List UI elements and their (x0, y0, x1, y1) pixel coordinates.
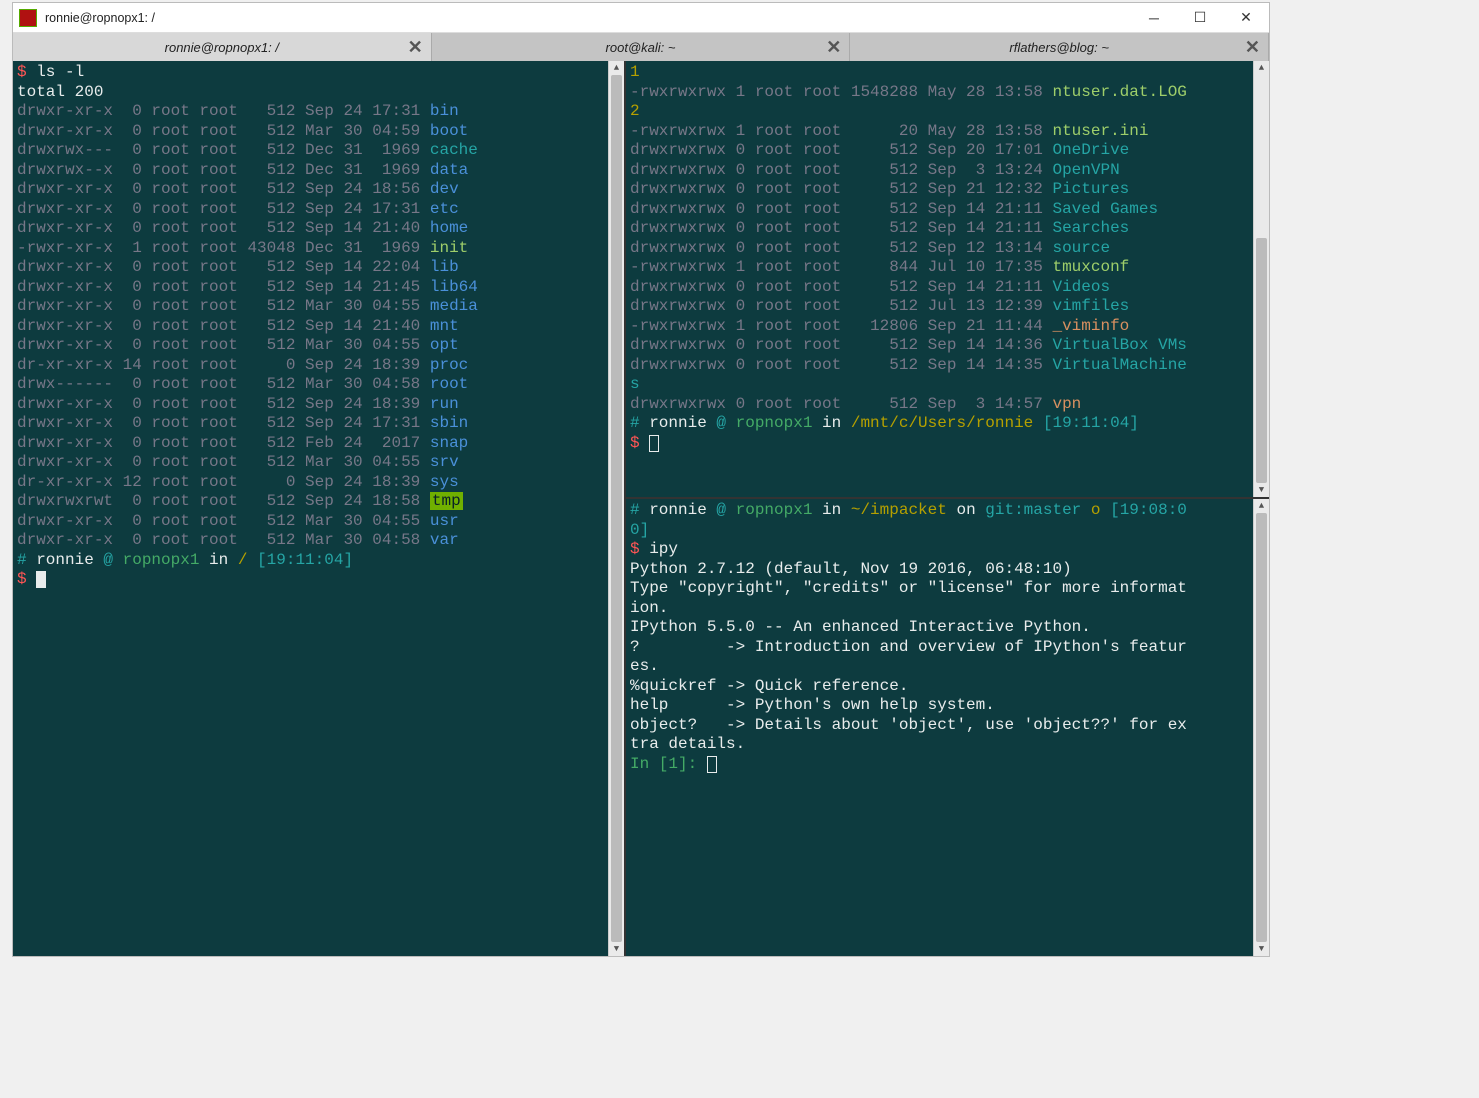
scroll-track[interactable] (1254, 513, 1269, 942)
window-title: ronnie@ropnopx1: / (45, 11, 1131, 25)
tab-1[interactable]: root@kali: ~ ✕ (432, 33, 851, 61)
terminal-right-bottom[interactable]: # ronnie @ ropnopx1 in ~/impacket on git… (626, 499, 1269, 776)
pane-right-top[interactable]: 1-rwxrwxrwx 1 root root 1548288 May 28 1… (626, 61, 1269, 499)
scrollbar-left[interactable]: ▲ ▼ (608, 61, 624, 956)
terminal-left[interactable]: $ ls -ltotal 200drwxr-xr-x 0 root root 5… (13, 61, 624, 592)
tab-close-icon[interactable]: ✕ (826, 37, 841, 58)
scroll-up-icon[interactable]: ▲ (1254, 499, 1269, 513)
minimize-button[interactable]: ─ (1131, 3, 1177, 32)
scroll-track[interactable] (609, 75, 624, 942)
tab-close-icon[interactable]: ✕ (1245, 37, 1260, 58)
scroll-track[interactable] (1254, 75, 1269, 483)
terminal-right-top[interactable]: 1-rwxrwxrwx 1 root root 1548288 May 28 1… (626, 61, 1269, 455)
scroll-thumb[interactable] (1256, 238, 1267, 483)
tab-close-icon[interactable]: ✕ (408, 37, 423, 58)
app-icon (19, 9, 37, 27)
terminal-window: ronnie@ropnopx1: / ─ ☐ ✕ ronnie@ropnopx1… (12, 2, 1270, 957)
tab-0[interactable]: ronnie@ropnopx1: / ✕ (13, 33, 432, 61)
scroll-down-icon[interactable]: ▼ (1254, 942, 1269, 956)
scroll-up-icon[interactable]: ▲ (1254, 61, 1269, 75)
scroll-thumb[interactable] (1256, 513, 1267, 942)
window-controls: ─ ☐ ✕ (1131, 3, 1269, 32)
titlebar[interactable]: ronnie@ropnopx1: / ─ ☐ ✕ (13, 3, 1269, 33)
scroll-thumb[interactable] (611, 75, 622, 942)
pane-right-column: 1-rwxrwxrwx 1 root root 1548288 May 28 1… (626, 61, 1269, 956)
maximize-button[interactable]: ☐ (1177, 3, 1223, 32)
tab-label: root@kali: ~ (606, 40, 676, 55)
scrollbar-right-top[interactable]: ▲ ▼ (1253, 61, 1269, 497)
tab-2[interactable]: rflathers@blog: ~ ✕ (850, 33, 1269, 61)
scroll-down-icon[interactable]: ▼ (609, 942, 624, 956)
tab-bar: ronnie@ropnopx1: / ✕ root@kali: ~ ✕ rfla… (13, 33, 1269, 61)
tmux-panes: $ ls -ltotal 200drwxr-xr-x 0 root root 5… (13, 61, 1269, 956)
tab-label: ronnie@ropnopx1: / (165, 40, 279, 55)
pane-right-bottom[interactable]: # ronnie @ ropnopx1 in ~/impacket on git… (626, 499, 1269, 956)
tab-label: rflathers@blog: ~ (1009, 40, 1109, 55)
pane-left[interactable]: $ ls -ltotal 200drwxr-xr-x 0 root root 5… (13, 61, 626, 956)
close-button[interactable]: ✕ (1223, 3, 1269, 32)
scrollbar-right-bottom[interactable]: ▲ ▼ (1253, 499, 1269, 956)
scroll-up-icon[interactable]: ▲ (609, 61, 624, 75)
scroll-down-icon[interactable]: ▼ (1254, 483, 1269, 497)
